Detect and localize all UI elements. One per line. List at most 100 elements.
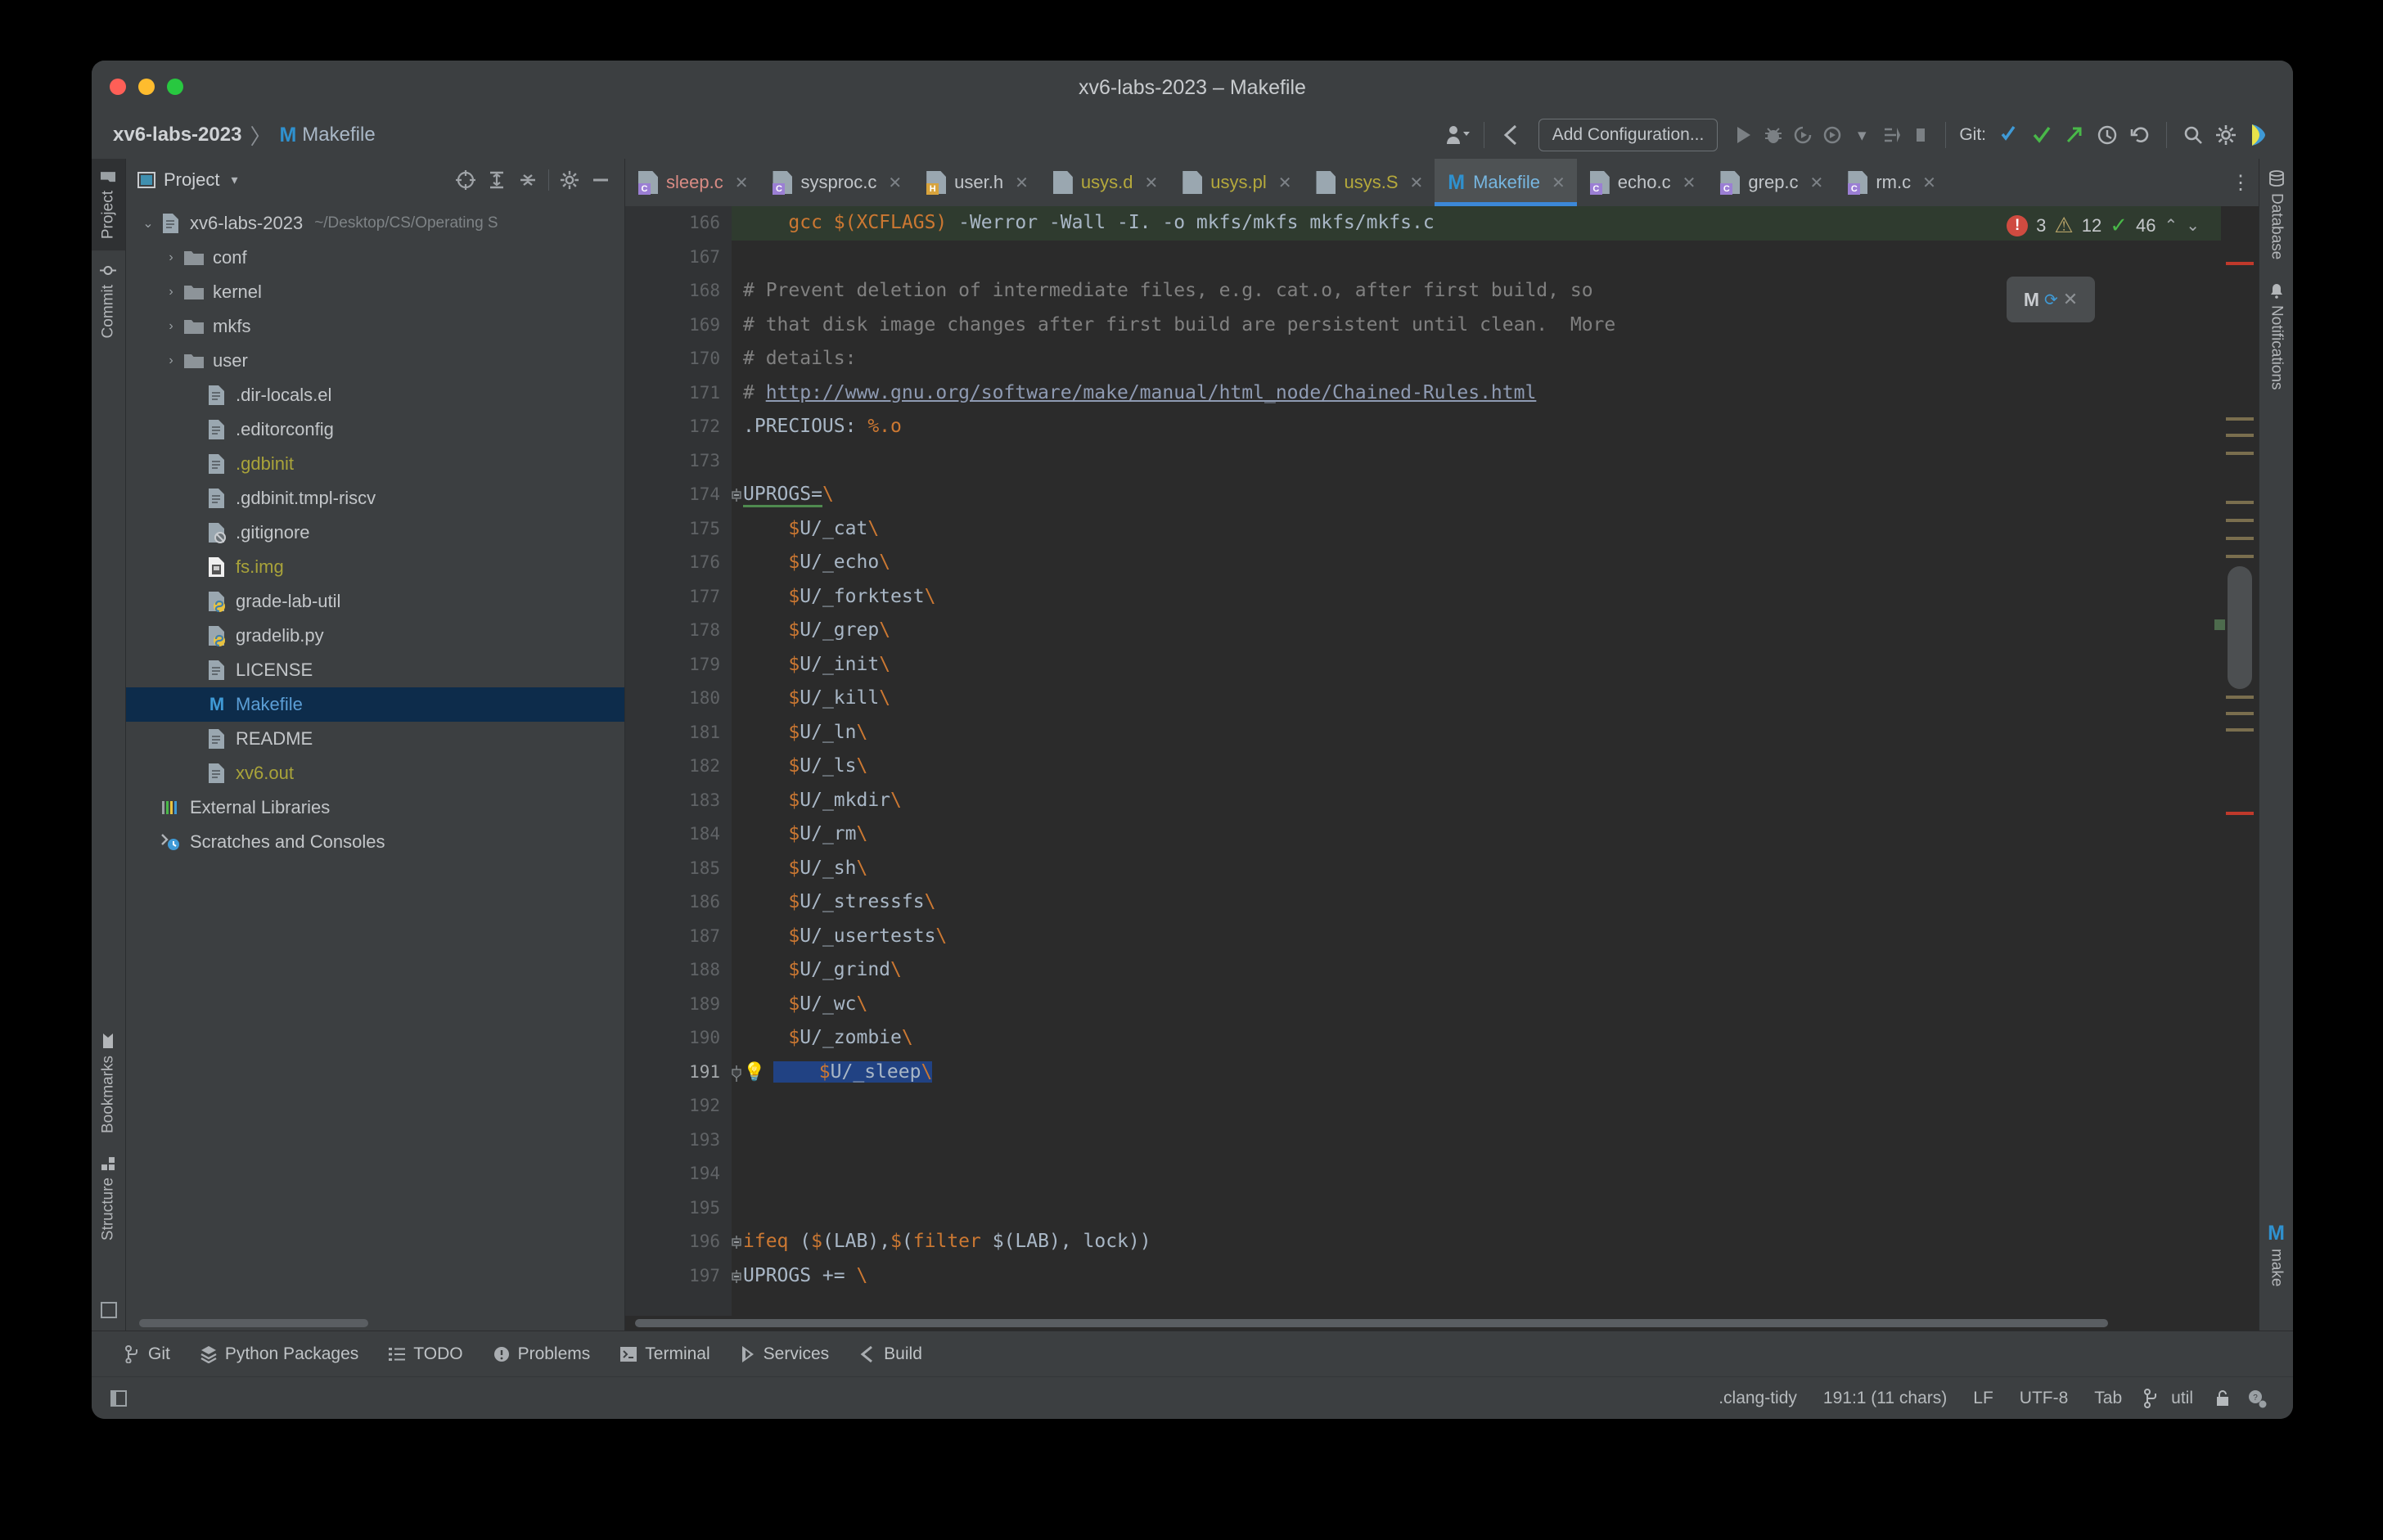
warning-marker[interactable] [2226,712,2254,715]
code-editor[interactable]: 1661671681691701711721731741751761771781… [625,206,2259,1316]
profile-run-icon[interactable] [1818,121,1847,149]
line-number[interactable]: 178 [625,614,732,648]
makefile-reload-widget[interactable]: M ⟳ ✕ [2007,277,2095,322]
sidebar-item-make[interactable]: M make [2259,1214,2293,1298]
help-settings-icon[interactable]: ? [2239,1389,2275,1408]
tree-item--gdbinit[interactable]: .gdbinit [126,447,624,481]
tree-item-external-libraries[interactable]: External Libraries [126,790,624,825]
editor-tab-sleep-c[interactable]: Csleep.c✕ [625,159,759,206]
tree-item-xv6-labs-2023[interactable]: ⌄xv6-labs-2023~/Desktop/CS/Operating S [126,206,624,241]
gear-icon[interactable] [554,164,585,196]
branch-widget[interactable]: util [2168,1389,2206,1408]
select-opened-file-icon[interactable] [450,164,481,196]
stop-icon[interactable] [1906,121,1935,149]
line-number[interactable]: 174 [625,478,732,512]
editor-tab-usys-d[interactable]: usys.d✕ [1040,159,1169,206]
intention-bulb-icon[interactable]: 💡 [743,1062,765,1083]
editor-tab-makefile[interactable]: MMakefile✕ [1435,159,1577,206]
code-line[interactable]: gcc $(XCFLAGS) -Werror -Wall -I. -o mkfs… [732,206,2221,241]
code-line[interactable] [732,1191,2221,1226]
bottom-tool-build[interactable]: Build [844,1344,937,1364]
warning-marker[interactable] [2226,417,2254,421]
warning-marker[interactable] [2226,501,2254,504]
close-icon[interactable]: ✕ [1144,173,1158,193]
sidebar-item-project[interactable]: Project [92,159,125,250]
line-number[interactable]: 182 [625,750,732,784]
sidebar-item-bookmarks[interactable]: Bookmarks [92,1021,125,1145]
line-number[interactable]: 172 [625,410,732,444]
indent-widget[interactable]: Tab [2081,1389,2135,1408]
run-icon[interactable] [1729,121,1759,149]
tree-item--dir-locals-el[interactable]: .dir-locals.el [126,378,624,412]
search-icon[interactable] [2177,121,2210,149]
close-icon[interactable]: ✕ [1410,173,1424,193]
chevron-down-icon[interactable]: ▾ [231,172,237,188]
line-number[interactable]: 187 [625,920,732,954]
line-number[interactable]: 186 [625,885,732,920]
tree-item--editorconfig[interactable]: .editorconfig [126,412,624,447]
line-number[interactable]: 169 [625,308,732,343]
tree-item--gdbinit-tmpl-riscv[interactable]: .gdbinit.tmpl-riscv [126,481,624,516]
code-line[interactable]: UPROGS += \ [732,1259,2221,1294]
ide-logo-icon[interactable] [2242,121,2275,149]
code-line[interactable]: $U/_echo\ [732,546,2221,580]
chevron-down-icon[interactable]: ⌄ [137,215,159,232]
tree-item-readme[interactable]: README [126,722,624,756]
code-line[interactable] [732,1123,2221,1158]
editor-tab-echo-c[interactable]: Cecho.c✕ [1577,159,1708,206]
chevron-down-icon[interactable]: ▾ [1847,121,1876,149]
breadcrumb-project[interactable]: xv6-labs-2023 [113,124,241,146]
unlocked-icon[interactable] [2206,1389,2239,1408]
hide-tool-windows-icon[interactable] [92,1290,125,1331]
caret-position-widget[interactable]: 191:1 (11 chars) [1810,1389,1960,1408]
inspection-widget[interactable]: ! 3 ⚠ 12 ✓ 46 ⌃ ⌄ [2007,213,2200,238]
next-problem-button[interactable]: ⌄ [2186,215,2200,236]
code-line[interactable] [732,1089,2221,1123]
line-number[interactable]: 167 [625,241,732,275]
editor-tab-rm-c[interactable]: Crm.c✕ [1835,159,1948,206]
code-line[interactable]: # Prevent deletion of intermediate files… [732,274,2221,308]
line-number[interactable]: 190 [625,1021,732,1056]
git-branch-icon[interactable] [2135,1389,2168,1408]
code-line[interactable]: UPROGS=\ [732,478,2221,512]
close-icon[interactable]: ✕ [1810,173,1824,193]
close-icon[interactable]: ✕ [1278,173,1292,193]
editor-horizontal-scrollbar-thumb[interactable] [635,1319,2108,1327]
editor-tab-grep-c[interactable]: Cgrep.c✕ [1707,159,1835,206]
sidebar-item-structure[interactable]: Structure [92,1145,125,1252]
line-number[interactable]: 166 [625,206,732,241]
warning-marker[interactable] [2226,452,2254,455]
code-line[interactable]: $U/_grind\ [732,953,2221,988]
bottom-tool-git[interactable]: Git [110,1344,185,1364]
line-number[interactable]: 192 [625,1089,732,1123]
close-icon[interactable]: ✕ [735,173,749,193]
code-line[interactable]: $U/_sh\ [732,852,2221,886]
line-number[interactable]: 181 [625,716,732,750]
code-line[interactable]: $U/_init\ [732,648,2221,682]
sidebar-item-database[interactable]: Database [2259,159,2293,271]
code-line[interactable]: $U/_grep\ [732,614,2221,648]
line-number[interactable]: 197 [625,1259,732,1294]
error-marker[interactable] [2226,812,2254,815]
bottom-tool-problems[interactable]: Problems [478,1344,606,1364]
line-number[interactable]: 195 [625,1191,732,1226]
line-separator-widget[interactable]: LF [1960,1389,2007,1408]
collapse-all-icon[interactable] [512,164,543,196]
code-line[interactable]: $U/_ln\ [732,716,2221,750]
close-icon[interactable]: ✕ [1922,173,1936,193]
line-number[interactable]: 177 [625,580,732,615]
code-line[interactable]: $U/_ls\ [732,750,2221,784]
tree-item-scratches-and-consoles[interactable]: Scratches and Consoles [126,825,624,859]
bottom-tool-python-packages[interactable]: Python Packages [185,1344,373,1364]
rollback-icon[interactable] [2124,121,2156,149]
code-line[interactable]: $U/_zombie\ [732,1021,2221,1056]
more-run-icon[interactable] [1876,121,1906,149]
tree-item-user[interactable]: ›user [126,344,624,378]
code-line[interactable]: # details: [732,342,2221,376]
tree-item-fs-img[interactable]: fs.img [126,550,624,584]
close-icon[interactable]: ✕ [1683,173,1696,193]
code-line[interactable]: # http://www.gnu.org/software/make/manua… [732,376,2221,411]
hide-tool-window-icon[interactable] [110,1389,142,1407]
line-number[interactable]: 170 [625,342,732,376]
line-number[interactable]: 189 [625,988,732,1022]
